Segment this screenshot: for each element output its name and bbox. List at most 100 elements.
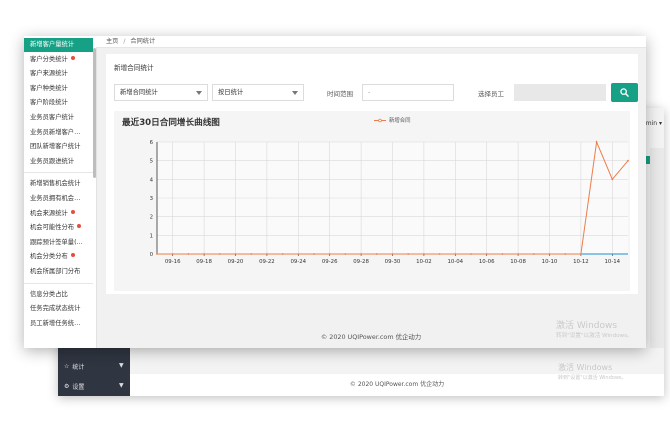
sidebar-item[interactable]: 新增客户量统计 <box>24 38 93 52</box>
breadcrumb: 主页 / 合同统计 <box>96 36 646 48</box>
sidebar-item[interactable]: 业务员新增客户… <box>24 126 93 140</box>
sidebar-item-label: 机会可能性分布 <box>30 224 75 232</box>
caret-down-icon: ▼ <box>119 382 124 389</box>
sidebar-item[interactable]: 业务员跟进统计 <box>24 155 93 169</box>
sidebar-item-label: 新增销售机会统计 <box>30 180 81 188</box>
sidebar-item-label: 业务员拥有机会… <box>30 195 81 202</box>
sidebar-item[interactable]: 客户分类统计 <box>24 53 93 67</box>
y-tick-label: 5 <box>150 159 153 165</box>
windows-activation-subtitle: 转到"设置"以激活 Windows。 <box>558 375 627 381</box>
data-point <box>234 253 237 255</box>
x-tick-label: 09-24 <box>290 259 306 265</box>
data-point <box>501 253 504 255</box>
sidebar-item-label: 客户阶段统计 <box>30 99 68 107</box>
admin-menu[interactable]: lmin ▾ <box>644 120 662 127</box>
time-range-value: - <box>368 89 371 96</box>
sidebar-item[interactable]: 机会所属部门分布 <box>24 265 93 279</box>
data-point <box>156 253 158 255</box>
data-point <box>517 253 519 255</box>
employee-select[interactable] <box>514 84 606 101</box>
x-tick-label: 10-08 <box>510 259 526 265</box>
sidebar-item-label: 员工新增任务统… <box>30 319 81 327</box>
sidebar-item[interactable]: 跟踪预计签单量(… <box>24 236 93 250</box>
employee-label: 选择员工 <box>478 90 504 98</box>
sidebar-item[interactable]: 任务完成状态统计 <box>24 302 93 316</box>
data-point <box>203 253 205 255</box>
sidebar-item[interactable]: 机会分类分布 <box>24 250 93 264</box>
x-tick-label: 10-14 <box>604 259 620 265</box>
windows-activation-subtitle: 转到"设置"以激活 Windows。 <box>556 333 633 339</box>
y-tick-label: 6 <box>150 140 154 146</box>
sidebar-item[interactable]: 客户来源统计 <box>24 67 93 81</box>
menu-label: 统计 <box>72 364 85 371</box>
data-point <box>438 253 441 255</box>
data-point <box>580 253 582 255</box>
page-title: 新增合同统计 <box>114 64 154 72</box>
sidebar-item[interactable]: 团队新增客户统计 <box>24 140 93 154</box>
y-tick-label: 2 <box>150 215 153 221</box>
notification-dot-icon <box>70 55 75 60</box>
sidebar-item[interactable]: 客户种类统计 <box>24 82 93 96</box>
y-tick-label: 0 <box>150 252 154 258</box>
data-point <box>595 141 598 143</box>
search-button[interactable] <box>611 83 638 102</box>
data-point <box>564 253 567 255</box>
windows-activation-title: 激活 Windows <box>558 363 613 372</box>
sidebar-item[interactable]: 客户阶段统计 <box>24 96 93 110</box>
data-point <box>218 253 221 255</box>
caret-down-icon: ▾ <box>658 120 662 127</box>
y-tick-label: 4 <box>150 177 154 183</box>
main-window: 新增客户量统计客户分类统计 客户来源统计 客户种类统计 客户阶段统计 业务员客户统计 业务… <box>24 36 646 348</box>
x-tick-label: 10-10 <box>542 259 558 265</box>
sidebar-item-label: 业务员新增客户… <box>30 128 81 136</box>
sidebar-item[interactable]: 机会来源统计 <box>24 207 93 221</box>
x-tick-label: 09-30 <box>385 259 401 265</box>
data-point <box>454 253 457 255</box>
data-point <box>532 253 535 255</box>
x-tick-label: 09-26 <box>322 259 338 265</box>
sidebar-divider <box>24 282 93 284</box>
sidebar-item[interactable]: 业务员客户统计 <box>24 111 93 125</box>
time-range-input[interactable]: - <box>362 84 454 101</box>
data-point <box>470 253 472 255</box>
sidebar-item-label: 业务员跟进统计 <box>30 157 75 165</box>
report-type-select[interactable]: 新增合同统计 <box>114 84 208 101</box>
data-point <box>344 253 347 255</box>
x-tick-label: 09-22 <box>259 259 275 265</box>
data-point <box>297 253 300 255</box>
notification-dot-icon <box>70 209 75 214</box>
x-tick-label: 09-20 <box>228 259 244 265</box>
sidebar-item-label: 客户来源统计 <box>30 70 68 78</box>
sidebar-item[interactable]: 信息分类占比 <box>24 288 93 302</box>
star-icon: ☆ <box>64 363 70 370</box>
x-tick-label: 10-04 <box>447 259 463 265</box>
sidebar-item-label: 客户分类统计 <box>30 55 68 63</box>
menu-item-stats[interactable]: ☆ 统计 ▼ <box>64 362 124 371</box>
data-point <box>611 178 614 181</box>
data-point <box>250 253 253 255</box>
sidebar-item-label: 业务员客户统计 <box>30 114 75 121</box>
sidebar-item[interactable]: 机会可能性分布 <box>24 221 93 235</box>
sidebar-item[interactable]: 业务员拥有机会… <box>24 192 93 206</box>
chevron-down-icon <box>292 91 298 95</box>
y-tick-label: 3 <box>150 196 153 202</box>
windows-activation-title: 激活 Windows <box>556 321 618 331</box>
period-select[interactable]: 按日统计 <box>212 84 304 101</box>
x-tick-label: 09-28 <box>353 259 369 265</box>
menu-item-settings[interactable]: ⚙ 设置 ▼ <box>64 382 124 391</box>
sidebar-divider <box>24 172 93 174</box>
notification-dot-icon <box>77 224 82 229</box>
time-range-label: 时间范围 <box>327 90 353 98</box>
breadcrumb-home[interactable]: 主页 <box>106 38 118 45</box>
sidebar-item[interactable]: 员工新增任务统… <box>24 317 93 331</box>
sidebar-item-label: 团队新增客户统计 <box>30 143 81 151</box>
x-tick-label: 10-02 <box>416 259 432 265</box>
sidebar-item[interactable]: 新增销售机会统计 <box>24 177 93 191</box>
sidebar-scrollbar[interactable] <box>93 48 96 178</box>
data-point <box>375 253 378 255</box>
data-point <box>171 253 174 255</box>
data-point <box>391 253 394 255</box>
sidebar-item-label: 信息分类占比 <box>30 290 68 298</box>
sidebar-item-label: 客户种类统计 <box>30 84 68 92</box>
sidebar-item-label: 机会来源统计 <box>30 209 68 217</box>
